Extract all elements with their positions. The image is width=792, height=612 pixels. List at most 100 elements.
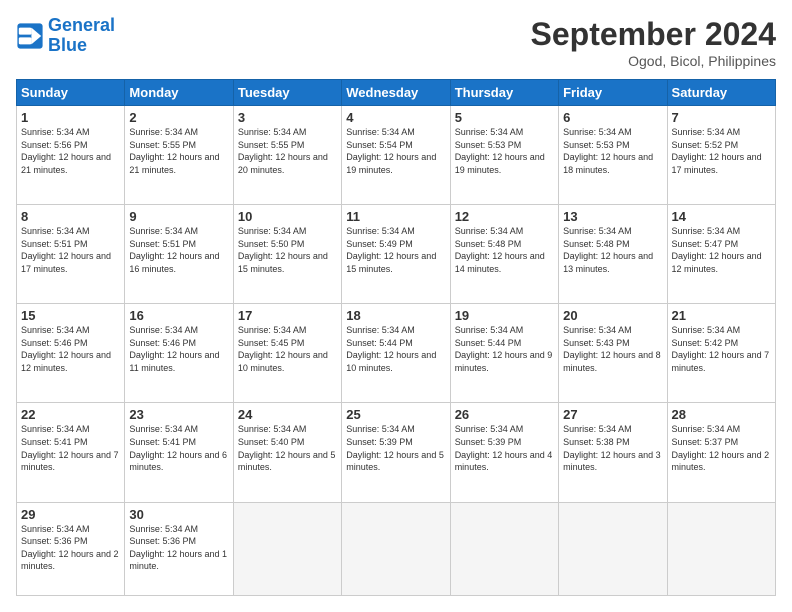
header-row: Sunday Monday Tuesday Wednesday Thursday…	[17, 80, 776, 106]
day-info: Sunrise: 5:34 AM Sunset: 5:38 PM Dayligh…	[563, 423, 662, 473]
col-sunday: Sunday	[17, 80, 125, 106]
col-friday: Friday	[559, 80, 667, 106]
col-saturday: Saturday	[667, 80, 775, 106]
day-info: Sunrise: 5:34 AM Sunset: 5:51 PM Dayligh…	[129, 225, 228, 275]
week-row: 29 Sunrise: 5:34 AM Sunset: 5:36 PM Dayl…	[17, 502, 776, 595]
day-number: 25	[346, 407, 445, 422]
table-cell: 24 Sunrise: 5:34 AM Sunset: 5:40 PM Dayl…	[233, 403, 341, 502]
table-cell: 17 Sunrise: 5:34 AM Sunset: 5:45 PM Dayl…	[233, 304, 341, 403]
day-number: 4	[346, 110, 445, 125]
day-info: Sunrise: 5:34 AM Sunset: 5:53 PM Dayligh…	[563, 126, 662, 176]
day-info: Sunrise: 5:34 AM Sunset: 5:44 PM Dayligh…	[346, 324, 445, 374]
table-cell: 30 Sunrise: 5:34 AM Sunset: 5:36 PM Dayl…	[125, 502, 233, 595]
title-block: September 2024 Ogod, Bicol, Philippines	[531, 16, 776, 69]
day-info: Sunrise: 5:34 AM Sunset: 5:46 PM Dayligh…	[21, 324, 120, 374]
day-number: 17	[238, 308, 337, 323]
table-cell: 9 Sunrise: 5:34 AM Sunset: 5:51 PM Dayli…	[125, 205, 233, 304]
day-info: Sunrise: 5:34 AM Sunset: 5:55 PM Dayligh…	[238, 126, 337, 176]
day-number: 9	[129, 209, 228, 224]
day-number: 21	[672, 308, 771, 323]
day-info: Sunrise: 5:34 AM Sunset: 5:48 PM Dayligh…	[455, 225, 554, 275]
day-info: Sunrise: 5:34 AM Sunset: 5:45 PM Dayligh…	[238, 324, 337, 374]
day-number: 2	[129, 110, 228, 125]
day-number: 11	[346, 209, 445, 224]
day-info: Sunrise: 5:34 AM Sunset: 5:55 PM Dayligh…	[129, 126, 228, 176]
table-cell: 28 Sunrise: 5:34 AM Sunset: 5:37 PM Dayl…	[667, 403, 775, 502]
calendar-table: Sunday Monday Tuesday Wednesday Thursday…	[16, 79, 776, 596]
logo: General Blue	[16, 16, 115, 56]
day-number: 16	[129, 308, 228, 323]
page: General Blue September 2024 Ogod, Bicol,…	[0, 0, 792, 612]
table-cell: 2 Sunrise: 5:34 AM Sunset: 5:55 PM Dayli…	[125, 106, 233, 205]
day-number: 23	[129, 407, 228, 422]
day-number: 29	[21, 507, 120, 522]
table-cell	[667, 502, 775, 595]
day-number: 24	[238, 407, 337, 422]
day-number: 1	[21, 110, 120, 125]
table-cell	[342, 502, 450, 595]
col-thursday: Thursday	[450, 80, 558, 106]
day-number: 19	[455, 308, 554, 323]
week-row: 15 Sunrise: 5:34 AM Sunset: 5:46 PM Dayl…	[17, 304, 776, 403]
day-number: 20	[563, 308, 662, 323]
day-info: Sunrise: 5:34 AM Sunset: 5:49 PM Dayligh…	[346, 225, 445, 275]
day-number: 6	[563, 110, 662, 125]
day-info: Sunrise: 5:34 AM Sunset: 5:41 PM Dayligh…	[21, 423, 120, 473]
day-info: Sunrise: 5:34 AM Sunset: 5:43 PM Dayligh…	[563, 324, 662, 374]
table-cell: 7 Sunrise: 5:34 AM Sunset: 5:52 PM Dayli…	[667, 106, 775, 205]
day-info: Sunrise: 5:34 AM Sunset: 5:52 PM Dayligh…	[672, 126, 771, 176]
day-info: Sunrise: 5:34 AM Sunset: 5:44 PM Dayligh…	[455, 324, 554, 374]
day-info: Sunrise: 5:34 AM Sunset: 5:46 PM Dayligh…	[129, 324, 228, 374]
logo-line2: Blue	[48, 35, 87, 55]
day-info: Sunrise: 5:34 AM Sunset: 5:48 PM Dayligh…	[563, 225, 662, 275]
table-cell: 13 Sunrise: 5:34 AM Sunset: 5:48 PM Dayl…	[559, 205, 667, 304]
table-cell: 18 Sunrise: 5:34 AM Sunset: 5:44 PM Dayl…	[342, 304, 450, 403]
day-info: Sunrise: 5:34 AM Sunset: 5:56 PM Dayligh…	[21, 126, 120, 176]
table-cell: 22 Sunrise: 5:34 AM Sunset: 5:41 PM Dayl…	[17, 403, 125, 502]
table-cell: 10 Sunrise: 5:34 AM Sunset: 5:50 PM Dayl…	[233, 205, 341, 304]
day-info: Sunrise: 5:34 AM Sunset: 5:42 PM Dayligh…	[672, 324, 771, 374]
table-cell: 16 Sunrise: 5:34 AM Sunset: 5:46 PM Dayl…	[125, 304, 233, 403]
table-cell	[559, 502, 667, 595]
col-tuesday: Tuesday	[233, 80, 341, 106]
table-cell: 4 Sunrise: 5:34 AM Sunset: 5:54 PM Dayli…	[342, 106, 450, 205]
table-cell: 15 Sunrise: 5:34 AM Sunset: 5:46 PM Dayl…	[17, 304, 125, 403]
table-cell: 6 Sunrise: 5:34 AM Sunset: 5:53 PM Dayli…	[559, 106, 667, 205]
day-info: Sunrise: 5:34 AM Sunset: 5:53 PM Dayligh…	[455, 126, 554, 176]
table-cell: 14 Sunrise: 5:34 AM Sunset: 5:47 PM Dayl…	[667, 205, 775, 304]
day-number: 27	[563, 407, 662, 422]
day-info: Sunrise: 5:34 AM Sunset: 5:41 PM Dayligh…	[129, 423, 228, 473]
logo-icon	[16, 22, 44, 50]
day-number: 10	[238, 209, 337, 224]
header: General Blue September 2024 Ogod, Bicol,…	[16, 16, 776, 69]
col-monday: Monday	[125, 80, 233, 106]
table-cell: 21 Sunrise: 5:34 AM Sunset: 5:42 PM Dayl…	[667, 304, 775, 403]
table-cell: 1 Sunrise: 5:34 AM Sunset: 5:56 PM Dayli…	[17, 106, 125, 205]
day-number: 18	[346, 308, 445, 323]
table-cell: 12 Sunrise: 5:34 AM Sunset: 5:48 PM Dayl…	[450, 205, 558, 304]
table-cell: 27 Sunrise: 5:34 AM Sunset: 5:38 PM Dayl…	[559, 403, 667, 502]
day-info: Sunrise: 5:34 AM Sunset: 5:37 PM Dayligh…	[672, 423, 771, 473]
day-number: 8	[21, 209, 120, 224]
day-info: Sunrise: 5:34 AM Sunset: 5:39 PM Dayligh…	[455, 423, 554, 473]
table-cell: 25 Sunrise: 5:34 AM Sunset: 5:39 PM Dayl…	[342, 403, 450, 502]
day-number: 14	[672, 209, 771, 224]
table-cell	[233, 502, 341, 595]
table-cell: 3 Sunrise: 5:34 AM Sunset: 5:55 PM Dayli…	[233, 106, 341, 205]
day-number: 7	[672, 110, 771, 125]
day-number: 3	[238, 110, 337, 125]
day-info: Sunrise: 5:34 AM Sunset: 5:47 PM Dayligh…	[672, 225, 771, 275]
week-row: 22 Sunrise: 5:34 AM Sunset: 5:41 PM Dayl…	[17, 403, 776, 502]
logo-text: General Blue	[48, 16, 115, 56]
table-cell: 20 Sunrise: 5:34 AM Sunset: 5:43 PM Dayl…	[559, 304, 667, 403]
table-cell: 26 Sunrise: 5:34 AM Sunset: 5:39 PM Dayl…	[450, 403, 558, 502]
day-info: Sunrise: 5:34 AM Sunset: 5:54 PM Dayligh…	[346, 126, 445, 176]
day-info: Sunrise: 5:34 AM Sunset: 5:39 PM Dayligh…	[346, 423, 445, 473]
week-row: 1 Sunrise: 5:34 AM Sunset: 5:56 PM Dayli…	[17, 106, 776, 205]
day-info: Sunrise: 5:34 AM Sunset: 5:51 PM Dayligh…	[21, 225, 120, 275]
table-cell	[450, 502, 558, 595]
table-cell: 5 Sunrise: 5:34 AM Sunset: 5:53 PM Dayli…	[450, 106, 558, 205]
day-number: 28	[672, 407, 771, 422]
day-number: 22	[21, 407, 120, 422]
day-number: 15	[21, 308, 120, 323]
